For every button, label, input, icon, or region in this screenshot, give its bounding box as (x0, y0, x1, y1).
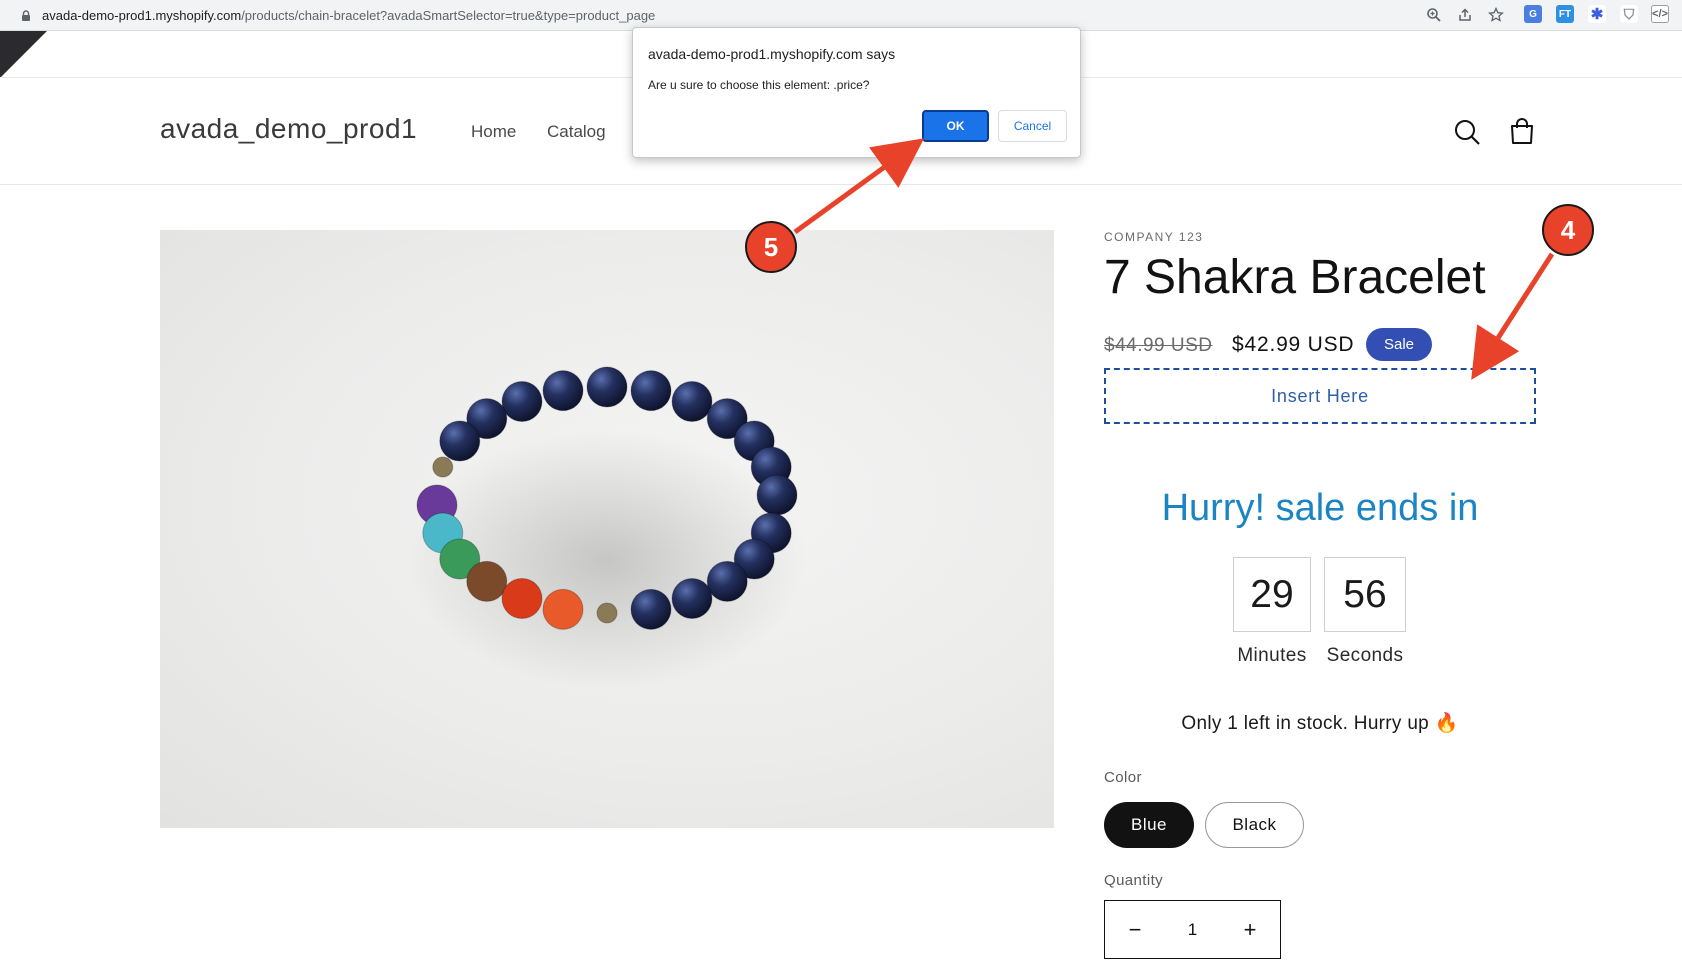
arrow-to-ok (793, 138, 925, 235)
arrow-to-insert (1471, 252, 1555, 380)
annotation-arrows (793, 138, 1555, 380)
step-marker-4: 4 (1542, 204, 1594, 256)
step-marker-5: 5 (745, 221, 797, 273)
